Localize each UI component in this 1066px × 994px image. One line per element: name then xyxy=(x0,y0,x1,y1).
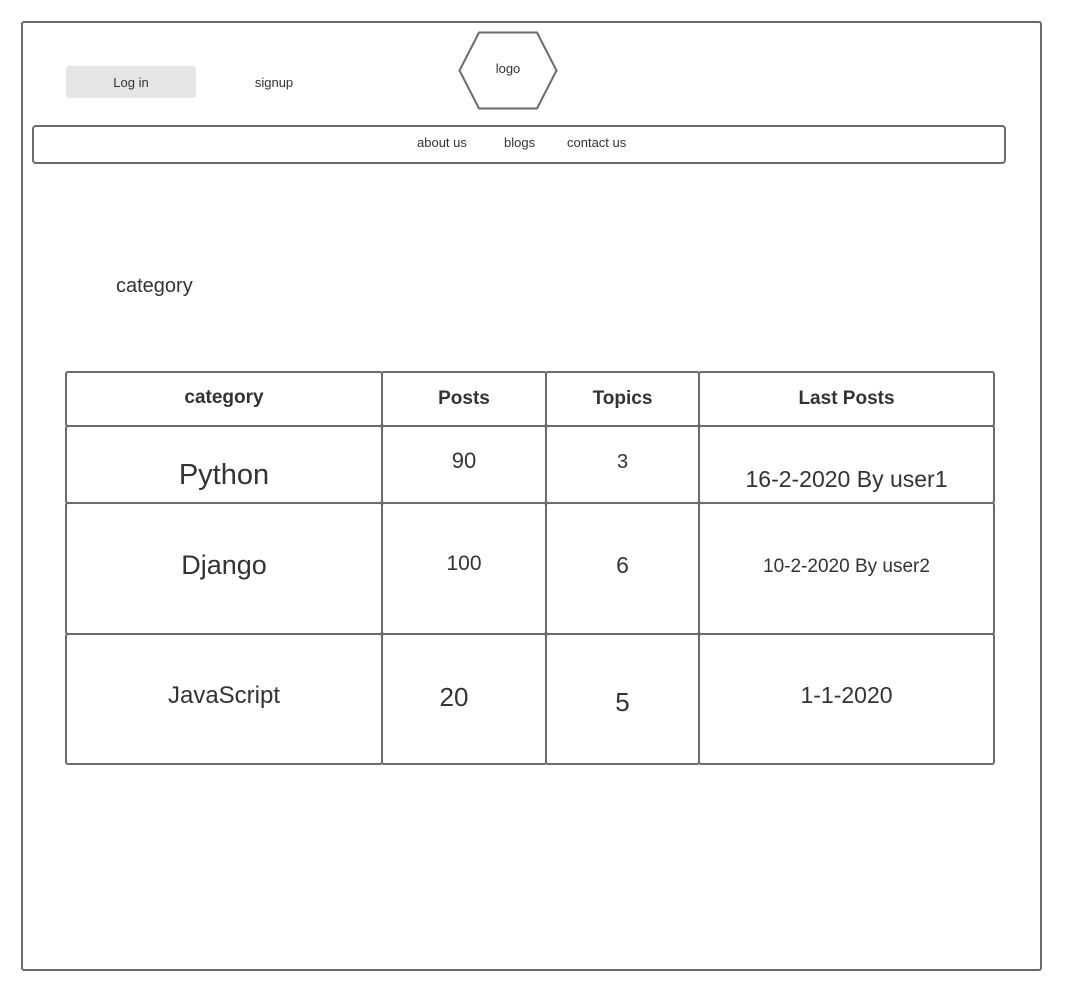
posts-count: 20 xyxy=(439,682,469,712)
table-header-posts: Posts xyxy=(381,371,547,427)
table-row-javascript-category[interactable]: JavaScript xyxy=(65,633,383,765)
table-row-django-category[interactable]: Django xyxy=(65,502,383,635)
table-row-python-topics: 3 xyxy=(545,425,700,504)
category-name: Python xyxy=(178,459,270,491)
section-title: category xyxy=(116,275,193,297)
last-post: 10-2-2020 By user2 xyxy=(763,556,930,577)
table-row-python-category[interactable]: Python xyxy=(65,425,383,504)
topics-count: 5 xyxy=(615,687,630,717)
nav-blogs[interactable]: blogs xyxy=(504,135,535,150)
table-row-django-topics: 6 xyxy=(545,502,700,635)
signup-link[interactable]: signup xyxy=(238,66,310,98)
nav-about-us[interactable]: about us xyxy=(417,135,467,150)
posts-count: 100 xyxy=(446,552,482,575)
column-header: Posts xyxy=(438,388,490,409)
last-post: 1-1-2020 xyxy=(800,682,893,708)
main-nav: about us blogs contact us xyxy=(32,125,1006,164)
last-post: 16-2-2020 By user1 xyxy=(745,466,948,492)
table-row-javascript-topics: 5 xyxy=(545,633,700,765)
topics-count: 6 xyxy=(616,552,629,578)
logo-label: logo xyxy=(495,61,521,76)
column-header: Last Posts xyxy=(798,388,895,409)
table-row-django-posts: 100 xyxy=(381,502,547,635)
table-header-category: category xyxy=(65,371,383,427)
table-row-python-posts: 90 xyxy=(381,425,547,504)
category-name: JavaScript xyxy=(167,682,281,709)
topics-count: 3 xyxy=(616,451,629,473)
table-row-javascript-last-post[interactable]: 1-1-2020 xyxy=(698,633,995,765)
table-row-django-last-post[interactable]: 10-2-2020 By user2 xyxy=(698,502,995,635)
nav-contact-us[interactable]: contact us xyxy=(567,135,626,150)
posts-count: 90 xyxy=(451,448,477,473)
table-header-topics: Topics xyxy=(545,371,700,427)
table-header-last-posts: Last Posts xyxy=(698,371,995,427)
login-button[interactable]: Log in xyxy=(66,66,196,98)
table-row-python-last-post[interactable]: 16-2-2020 By user1 xyxy=(698,425,995,504)
column-header: Topics xyxy=(592,388,653,409)
category-name: Django xyxy=(181,550,267,580)
logo[interactable]: logo xyxy=(458,31,558,110)
table-row-javascript-posts: 20 xyxy=(381,633,547,765)
column-header: category xyxy=(184,387,264,408)
category-table: category Posts Topics Last Posts Python … xyxy=(65,371,995,765)
